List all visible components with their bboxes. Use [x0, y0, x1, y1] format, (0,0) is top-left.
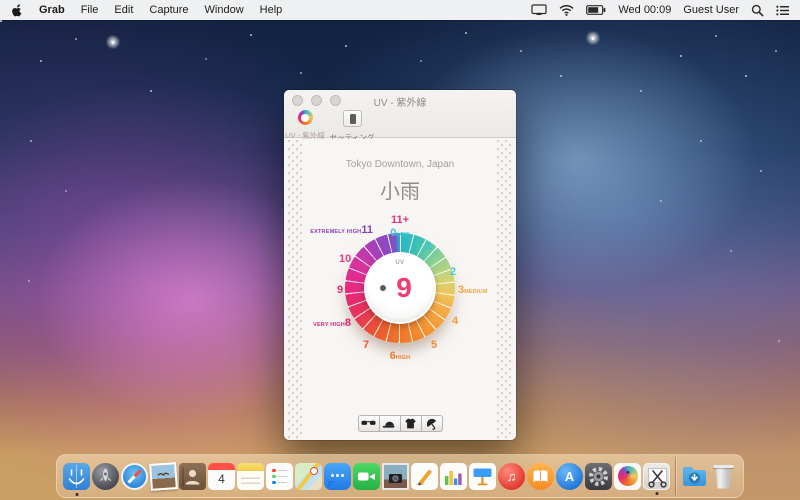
gear-icon — [585, 463, 612, 490]
dock-item-preview[interactable] — [149, 462, 178, 491]
uv-gauge: UV 9 11+ 0LOW 1 2 3MEDIUM 4 5 6HIGH 7 VE… — [310, 217, 490, 369]
dock-item-itunes[interactable]: ♫ — [498, 463, 525, 490]
dock-item-photo-booth[interactable] — [382, 463, 409, 490]
dock-item-keynote[interactable] — [469, 463, 496, 490]
hat-button[interactable] — [379, 415, 401, 432]
umbrella-button[interactable] — [421, 415, 443, 432]
bright-star — [585, 30, 601, 46]
apple-icon — [10, 3, 23, 17]
dock: 4 ♫ A UV — [56, 454, 744, 498]
video-camera-icon — [353, 463, 380, 490]
display-mirroring-icon[interactable] — [531, 4, 547, 16]
uv-caption: UV — [366, 260, 434, 266]
dock-item-grab[interactable] — [643, 463, 670, 490]
bright-star — [105, 34, 121, 50]
gauge-label-8-very-high: VERY HIGH8 — [313, 314, 351, 330]
menu-file[interactable]: File — [81, 4, 99, 16]
protection-button-group — [284, 415, 516, 432]
camera-icon — [384, 465, 407, 488]
menu-clock[interactable]: Wed 00:09 — [618, 4, 671, 16]
apple-menu[interactable] — [10, 3, 23, 17]
toolbar: UV - 紫外線 セッティング — [284, 110, 516, 138]
weather-condition: 小雨 — [284, 175, 516, 204]
gauge-label-7: 7 — [363, 336, 369, 352]
menu-bar: Grab File Edit Capture Window Help Wed 0… — [0, 0, 800, 20]
menu-user[interactable]: Guest User — [683, 4, 739, 16]
finder-icon — [63, 463, 90, 490]
dock-item-downloads-folder[interactable] — [681, 463, 708, 490]
open-book-icon — [527, 463, 554, 490]
sunglasses-icon — [361, 419, 376, 428]
dock-item-system-preferences[interactable] — [585, 463, 612, 490]
dock-item-calendar[interactable]: 4 — [208, 463, 235, 490]
uv-indicator-dot — [380, 285, 386, 291]
stars — [0, 20, 2, 22]
window-title: UV - 紫外線 — [284, 94, 516, 109]
wifi-icon[interactable] — [559, 5, 574, 16]
dock-item-finder[interactable] — [63, 463, 90, 490]
dock-item-ibooks[interactable] — [527, 463, 554, 490]
dock-divider — [675, 457, 676, 495]
menu-app-name[interactable]: Grab — [39, 4, 65, 16]
desktop: Grab File Edit Capture Window Help Wed 0… — [0, 0, 800, 500]
window-content: Tokyo Downtown, Japan 小雨 UV 9 11+ 0LOW 1… — [284, 139, 516, 440]
bird-photo-icon — [151, 464, 176, 489]
gauge-label-9: 9 — [337, 281, 343, 297]
battery-icon[interactable] — [586, 5, 606, 15]
gauge-label-11-extremely-high: EXTREMELY HIGH11 — [310, 221, 373, 237]
shirt-button[interactable] — [400, 415, 422, 432]
dock-item-numbers[interactable] — [440, 463, 467, 490]
menu-edit[interactable]: Edit — [114, 4, 133, 16]
gauge-label-3-medium: 3MEDIUM — [458, 281, 488, 297]
menu-window[interactable]: Window — [205, 4, 244, 16]
gauge-label-2: 2 — [450, 263, 456, 279]
scissors-icon — [644, 464, 671, 491]
uv-gauge-center: UV 9 — [364, 252, 436, 324]
dock-item-trash[interactable] — [710, 463, 737, 490]
dock-item-maps[interactable] — [295, 463, 322, 490]
gauge-label-1: 1 — [426, 237, 432, 253]
dock-item-notes[interactable] — [237, 463, 264, 490]
gauge-label-10: 10 — [339, 250, 351, 266]
podium-icon — [469, 463, 496, 490]
music-note-glyph: ♫ — [507, 470, 517, 483]
gauge-label-4: 4 — [452, 312, 458, 328]
dock-item-app-store[interactable]: A — [556, 463, 583, 490]
menu-capture[interactable]: Capture — [149, 4, 188, 16]
window-chrome: UV - 紫外線 UV - 紫外線 セッティング — [284, 90, 516, 138]
sunglasses-button[interactable] — [358, 415, 380, 432]
dock-item-safari[interactable] — [121, 463, 148, 490]
uv-app-window: UV - 紫外線 UV - 紫外線 セッティング Tokyo Downtown,… — [284, 90, 516, 440]
title-bar[interactable]: UV - 紫外線 — [284, 90, 516, 110]
appstore-letter-glyph: A — [565, 470, 574, 483]
pen-document-icon — [411, 463, 438, 490]
dock-item-reminders[interactable] — [266, 463, 293, 490]
settings-device-icon — [343, 110, 362, 127]
calendar-day-label: 4 — [208, 470, 235, 488]
dock-item-contacts[interactable] — [179, 463, 206, 490]
uv-value: 9 — [396, 272, 412, 304]
rocket-icon — [92, 463, 119, 490]
toolbar-item-uv[interactable]: UV - 紫外線 — [284, 110, 331, 141]
gauge-label-6-high: 6HIGH — [310, 347, 490, 363]
t-shirt-icon — [404, 418, 417, 429]
bar-chart-icon — [440, 463, 467, 490]
dock-item-uv-app[interactable]: UV — [614, 463, 641, 490]
menu-help[interactable]: Help — [260, 4, 283, 16]
download-arrow-icon — [681, 463, 708, 490]
uv-app-glyph: UV — [624, 473, 631, 479]
location-label: Tokyo Downtown, Japan — [284, 159, 516, 170]
uv-gauge-icon — [298, 110, 313, 125]
umbrella-icon — [425, 418, 439, 430]
hat-icon — [382, 419, 397, 429]
dock-item-messages[interactable] — [324, 463, 351, 490]
dock-item-pages[interactable] — [411, 463, 438, 490]
dock-item-facetime[interactable] — [353, 463, 380, 490]
spotlight-icon[interactable] — [751, 4, 764, 17]
dock-item-launchpad[interactable] — [92, 463, 119, 490]
notification-center-icon[interactable] — [776, 5, 790, 16]
contacts-silhouette-icon — [179, 463, 206, 490]
